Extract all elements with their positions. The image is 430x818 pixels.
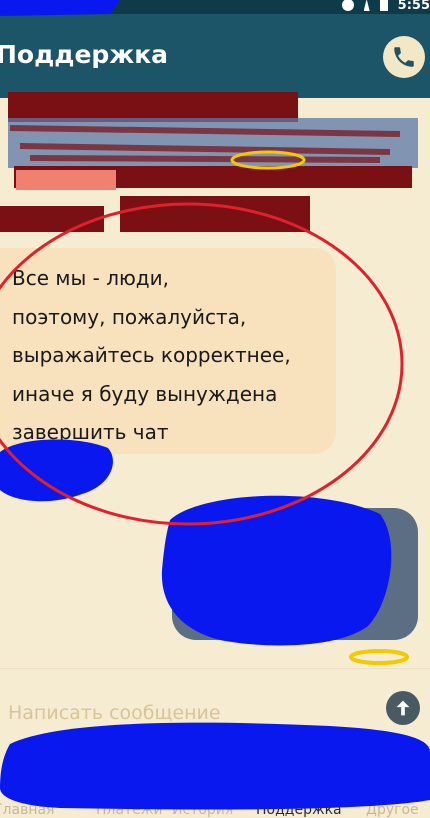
call-button[interactable] bbox=[383, 36, 425, 78]
message-input[interactable] bbox=[6, 697, 370, 729]
read-status-icon bbox=[349, 649, 409, 665]
chat-header: Поддержка bbox=[0, 14, 430, 98]
redacted-message bbox=[0, 92, 418, 232]
input-bar bbox=[0, 668, 430, 751]
user-message-bubble bbox=[172, 508, 418, 640]
phone-icon bbox=[394, 47, 414, 67]
bottom-nav: Главная Платежи История Поддержка Другое bbox=[0, 790, 430, 818]
signal-icon bbox=[363, 0, 370, 11]
page-title: Поддержка bbox=[0, 40, 169, 69]
status-time: 5:55 bbox=[397, 0, 430, 13]
support-message-text: Все мы - люди, поэтому, пожалуйста, выра… bbox=[12, 266, 291, 444]
status-bar: 5:55 bbox=[0, 0, 430, 14]
notification-icon bbox=[341, 0, 354, 11]
send-button[interactable] bbox=[386, 691, 420, 725]
battery-icon bbox=[379, 0, 388, 11]
arrow-up-icon bbox=[396, 700, 410, 716]
